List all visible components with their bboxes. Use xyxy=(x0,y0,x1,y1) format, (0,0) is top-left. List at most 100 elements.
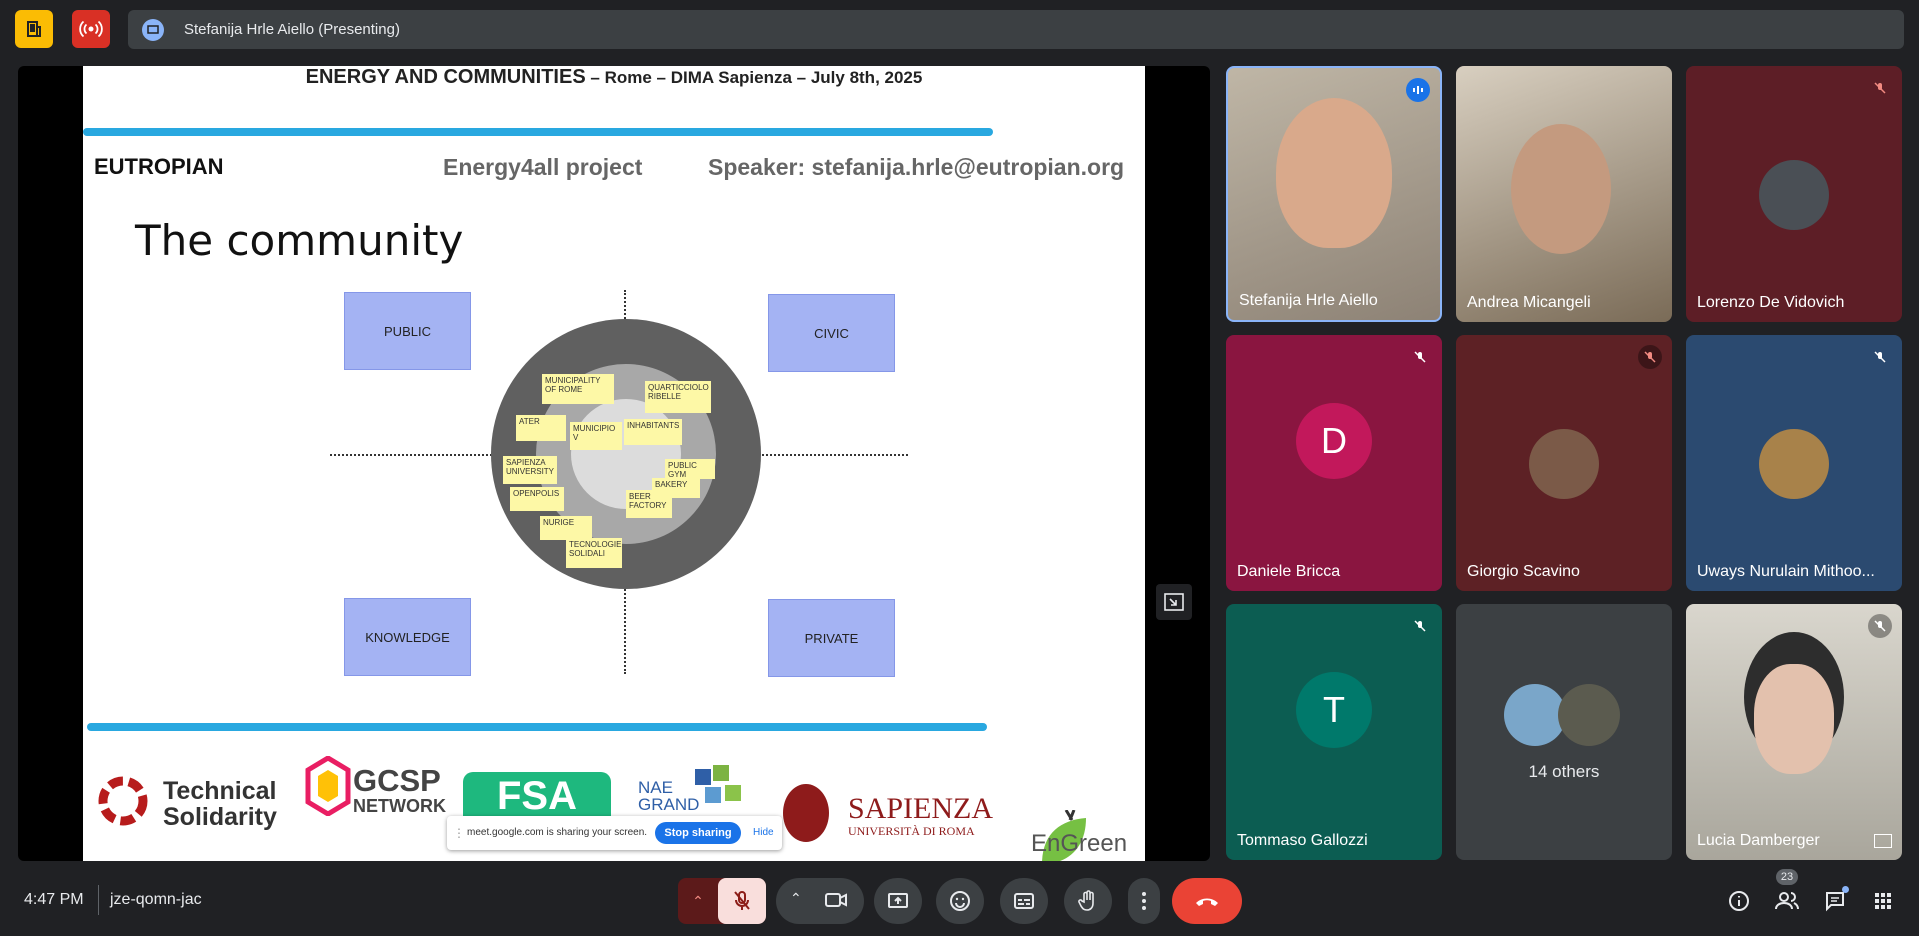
quadrant-knowledge: KNOWLEDGE xyxy=(344,598,471,676)
technical-solidarity-logo xyxy=(93,771,153,831)
captions-button[interactable] xyxy=(1000,878,1048,924)
bottom-divider xyxy=(87,723,987,731)
gcsp-logo xyxy=(305,755,351,817)
sticky-note: INHABITANTS xyxy=(624,419,682,445)
present-screen-icon xyxy=(888,893,908,908)
activities-button[interactable] xyxy=(1866,884,1900,918)
people-icon xyxy=(1775,892,1799,910)
presentation-stage: ENERGY AND COMMUNITIES – Rome – DIMA Sap… xyxy=(18,66,1210,861)
more-options-button[interactable] xyxy=(1128,878,1160,924)
screen-share-notice: ⋮ meet.google.com is sharing your screen… xyxy=(447,816,782,850)
participant-avatar: D xyxy=(1296,403,1372,479)
building-icon xyxy=(27,21,41,37)
participant-name: Lucia Damberger xyxy=(1697,832,1820,849)
quadrant-civic: CIVIC xyxy=(768,294,895,372)
others-count: 14 others xyxy=(1528,762,1600,781)
chat-button[interactable] xyxy=(1818,884,1852,918)
participant-name: Giorgio Scavino xyxy=(1467,563,1580,580)
people-count-badge: 23 xyxy=(1776,869,1798,885)
sticky-note: TECNOLOGIE SOLIDALI xyxy=(566,538,622,568)
participant-tile[interactable]: Lucia Damberger xyxy=(1686,604,1902,860)
mic-off-icon xyxy=(1868,345,1892,369)
others-tile[interactable]: 14 others xyxy=(1456,604,1672,860)
puzzle-logo xyxy=(691,763,747,811)
meeting-code[interactable]: jze-qomn-jac xyxy=(110,891,202,909)
participant-tile[interactable]: Giorgio Scavino xyxy=(1456,335,1672,591)
participant-tile[interactable]: Andrea Micangeli xyxy=(1456,66,1672,322)
slide-header: ENERGY AND COMMUNITIES – Rome – DIMA Sap… xyxy=(305,66,923,88)
others-avatar xyxy=(1504,684,1566,746)
participant-tile[interactable]: D Daniele Bricca xyxy=(1226,335,1442,591)
raise-hand-button[interactable] xyxy=(1064,878,1112,924)
stop-sharing-button[interactable]: Stop sharing xyxy=(655,822,741,844)
camera-group: ⌃ xyxy=(776,878,864,924)
participant-tile[interactable]: Uways Nurulain Mithoo... xyxy=(1686,335,1902,591)
hand-icon xyxy=(1078,890,1094,911)
apps-button[interactable] xyxy=(15,10,53,48)
mic-off-icon xyxy=(1638,345,1662,369)
participant-avatar: T xyxy=(1296,672,1372,748)
slide-title: The community xyxy=(135,216,464,265)
share-notice-text: meet.google.com is sharing your screen. xyxy=(467,827,648,838)
slide: ENERGY AND COMMUNITIES – Rome – DIMA Sap… xyxy=(83,66,1145,861)
drag-handle-icon[interactable]: ⋮ xyxy=(453,826,465,840)
participant-avatar xyxy=(1759,160,1829,230)
mic-toggle-button[interactable] xyxy=(718,878,766,924)
participant-video xyxy=(1511,124,1611,254)
divider xyxy=(98,885,99,915)
fsa-logo: FSA xyxy=(463,772,611,816)
participant-face xyxy=(1754,664,1834,774)
participant-name: Daniele Bricca xyxy=(1237,563,1341,580)
sapienza-seal xyxy=(783,784,829,842)
reactions-button[interactable] xyxy=(936,878,984,924)
participant-name: Stefanija Hrle Aiello xyxy=(1239,292,1378,309)
chat-icon xyxy=(1826,892,1844,912)
participant-tile[interactable]: T Tommaso Gallozzi xyxy=(1226,604,1442,860)
org-name: EUTROPIAN xyxy=(94,154,224,179)
video-camera-icon xyxy=(825,893,847,907)
notification-dot xyxy=(1842,886,1849,893)
participant-tile[interactable]: Lorenzo De Vidovich xyxy=(1686,66,1902,322)
leave-call-button[interactable] xyxy=(1172,878,1242,924)
clock: 4:47 PM xyxy=(24,891,84,908)
mic-off-icon xyxy=(1408,614,1432,638)
mic-off-icon xyxy=(1868,614,1892,638)
pip-icon xyxy=(1874,834,1892,848)
participant-name: Tommaso Gallozzi xyxy=(1237,832,1368,849)
speaker-email: Speaker: stefanija.hrle@eutropian.org xyxy=(708,154,1125,180)
sticky-note: NURIGE xyxy=(540,516,592,540)
sticky-note: MUNICIPIO V xyxy=(570,422,622,450)
camera-button[interactable] xyxy=(824,890,848,915)
broadcast-icon xyxy=(79,20,103,38)
top-divider xyxy=(83,128,993,136)
sticky-note: BEER FACTORY xyxy=(626,490,672,518)
quadrant-public: PUBLIC xyxy=(344,292,471,370)
participant-name: Andrea Micangeli xyxy=(1467,294,1591,311)
mic-off-icon xyxy=(1408,345,1432,369)
camera-options-chevron-icon[interactable]: ⌃ xyxy=(790,890,802,907)
gcsp-text: GCSP NETWORK xyxy=(353,763,446,816)
project-name: Energy4all project xyxy=(443,154,643,180)
live-broadcast-button[interactable] xyxy=(72,10,110,48)
end-call-icon xyxy=(1196,898,1218,906)
apps-grid-icon xyxy=(1875,893,1891,909)
speaking-indicator-icon xyxy=(1406,78,1430,102)
meeting-details-button[interactable] xyxy=(1722,884,1756,918)
sapienza-text: SAPIENZA UNIVERSITÀ DI ROMA xyxy=(848,792,994,839)
presenting-label: Stefanija Hrle Aiello (Presenting) xyxy=(184,21,400,38)
people-button[interactable]: 23 xyxy=(1770,869,1804,918)
participant-name: Uways Nurulain Mithoo... xyxy=(1697,563,1875,580)
unpin-button[interactable] xyxy=(1156,584,1192,620)
presentation-bar[interactable]: Stefanija Hrle Aiello (Presenting) xyxy=(128,10,1904,49)
sticky-note: ATER xyxy=(516,415,566,441)
mic-group: ⌃ xyxy=(678,878,766,924)
sticky-note: PUBLIC GYM xyxy=(665,459,715,479)
hide-button[interactable]: Hide xyxy=(753,827,774,838)
mic-options-chevron-icon[interactable]: ⌃ xyxy=(678,878,718,924)
closed-captions-icon xyxy=(1014,893,1034,909)
technical-solidarity-text: Technical Solidarity xyxy=(163,777,277,831)
present-button[interactable] xyxy=(874,878,922,924)
participant-video xyxy=(1276,98,1392,248)
participant-name: Lorenzo De Vidovich xyxy=(1697,294,1845,311)
participant-tile[interactable]: Stefanija Hrle Aiello xyxy=(1226,66,1442,322)
